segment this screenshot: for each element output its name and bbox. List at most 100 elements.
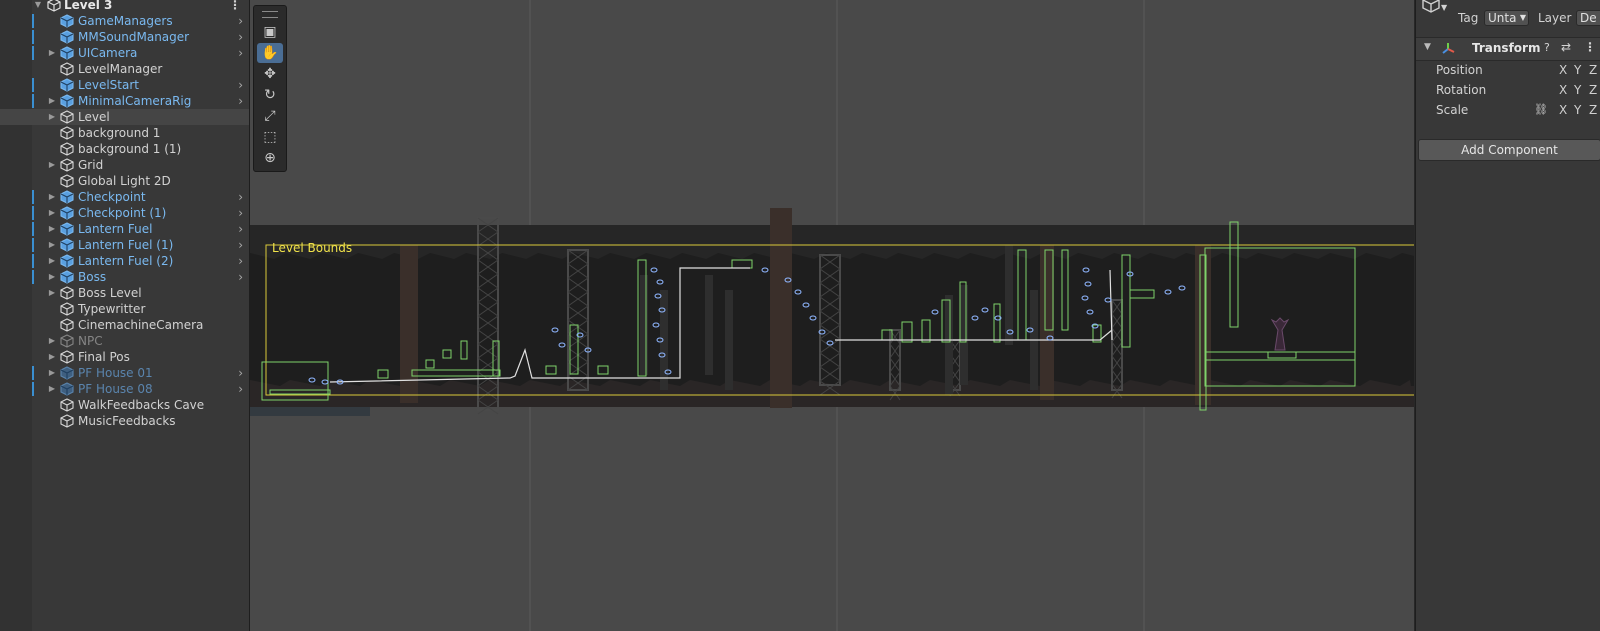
hierarchy-item-label: Lantern Fuel bbox=[78, 222, 153, 236]
fold-arrow-icon[interactable]: ▶ bbox=[47, 349, 57, 365]
hierarchy-item[interactable]: CinemachineCamera bbox=[0, 317, 249, 333]
transform-tool-icon[interactable]: ⊕ bbox=[257, 148, 283, 168]
fold-arrow-icon[interactable]: ▶ bbox=[47, 381, 57, 397]
hierarchy-item[interactable]: ▶ Checkpoint › bbox=[0, 189, 249, 205]
chevron-right-icon[interactable]: › bbox=[238, 189, 243, 205]
rect-tool-icon[interactable]: ⬚ bbox=[257, 127, 283, 147]
axis-label[interactable]: X bbox=[1559, 80, 1567, 100]
prefab-cube-icon bbox=[60, 254, 74, 268]
fold-arrow-icon[interactable]: ▶ bbox=[47, 285, 57, 301]
fold-arrow-icon[interactable]: ▼ bbox=[33, 0, 43, 13]
fold-arrow-icon[interactable]: ▶ bbox=[47, 221, 57, 237]
hierarchy-item[interactable]: ▶ UICamera › bbox=[0, 45, 249, 61]
axis-label[interactable]: X bbox=[1559, 60, 1567, 80]
hierarchy-item[interactable]: ▶ Lantern Fuel (2) › bbox=[0, 253, 249, 269]
chevron-right-icon[interactable]: › bbox=[238, 205, 243, 221]
fold-arrow-icon[interactable]: ▶ bbox=[47, 189, 57, 205]
add-component-button[interactable]: Add Component bbox=[1418, 139, 1600, 161]
help-icon[interactable]: ? bbox=[1544, 41, 1550, 54]
hierarchy-item[interactable]: ▶ MinimalCameraRig › bbox=[0, 93, 249, 109]
spike-column bbox=[705, 275, 713, 375]
hierarchy-item-label: Grid bbox=[78, 158, 104, 172]
rotate-tool-icon[interactable]: ↻ bbox=[257, 85, 283, 105]
preset-icon[interactable]: ⇄ bbox=[1561, 40, 1571, 54]
fold-arrow-icon[interactable]: ▶ bbox=[47, 333, 57, 349]
axis-label[interactable]: X bbox=[1559, 100, 1567, 120]
axis-label[interactable]: Y bbox=[1574, 80, 1581, 100]
more-options-icon[interactable]: ⋮ bbox=[1584, 40, 1596, 54]
gameobject-cube-icon bbox=[60, 302, 74, 316]
transform-component-header[interactable]: ▼ Transform ? ⇄ ⋮ bbox=[1416, 37, 1600, 61]
axis-label[interactable]: Z bbox=[1589, 80, 1597, 100]
fold-arrow-icon[interactable]: ▶ bbox=[47, 109, 57, 125]
chevron-right-icon[interactable]: › bbox=[238, 93, 243, 109]
hierarchy-item[interactable]: Typewritter bbox=[0, 301, 249, 317]
hierarchy-root-row[interactable]: ▼ Level 3 ⋮ bbox=[0, 0, 249, 13]
hierarchy-item[interactable]: ▶ Final Pos bbox=[0, 349, 249, 365]
hierarchy-item[interactable]: ▶ Checkpoint (1) › bbox=[0, 205, 249, 221]
foldout-arrow-icon[interactable]: ▼ bbox=[1424, 42, 1431, 52]
toolbar-grip-icon[interactable] bbox=[262, 11, 278, 18]
spike-column bbox=[945, 295, 953, 395]
chevron-right-icon[interactable]: › bbox=[238, 221, 243, 237]
chevron-right-icon[interactable]: › bbox=[238, 381, 243, 397]
view-cube-icon[interactable]: ▣ bbox=[257, 22, 283, 42]
hierarchy-item[interactable]: GameManagers › bbox=[0, 13, 249, 29]
axis-label[interactable]: Y bbox=[1574, 100, 1581, 120]
scale-tool-icon[interactable]: ⤢ bbox=[257, 106, 283, 126]
constrain-proportions-icon[interactable]: ⛓ bbox=[1534, 100, 1548, 120]
fold-arrow-icon[interactable]: ▶ bbox=[47, 205, 57, 221]
transform-row[interactable]: Scale ⛓ X Y Z bbox=[1416, 100, 1600, 120]
prefab-override-bar bbox=[32, 254, 34, 268]
chevron-right-icon[interactable]: › bbox=[238, 365, 243, 381]
fold-arrow-icon[interactable]: ▶ bbox=[47, 253, 57, 269]
layer-dropdown[interactable]: De ▼ bbox=[1576, 10, 1600, 26]
hierarchy-item-label: PF House 08 bbox=[78, 382, 153, 396]
hierarchy-item[interactable]: ▶ PF House 01 › bbox=[0, 365, 249, 381]
transform-row[interactable]: Position X Y Z bbox=[1416, 60, 1600, 80]
chevron-right-icon[interactable]: › bbox=[238, 269, 243, 285]
hierarchy-item[interactable]: Global Light 2D bbox=[0, 173, 249, 189]
axis-label[interactable]: Z bbox=[1589, 100, 1597, 120]
chevron-right-icon[interactable]: › bbox=[238, 237, 243, 253]
hierarchy-item[interactable]: MMSoundManager › bbox=[0, 29, 249, 45]
chevron-right-icon[interactable]: › bbox=[238, 29, 243, 45]
fold-arrow-icon[interactable]: ▶ bbox=[47, 45, 57, 61]
chevron-right-icon[interactable]: › bbox=[238, 45, 243, 61]
more-options-icon[interactable]: ⋮ bbox=[229, 0, 241, 13]
tag-dropdown[interactable]: Unta ▼ bbox=[1484, 10, 1529, 26]
hierarchy-item[interactable]: background 1 (1) bbox=[0, 141, 249, 157]
fold-arrow-icon[interactable]: ▶ bbox=[47, 269, 57, 285]
hierarchy-item[interactable]: ▶ Boss › bbox=[0, 269, 249, 285]
fold-arrow-icon[interactable]: ▶ bbox=[47, 365, 57, 381]
hierarchy-item[interactable]: LevelManager bbox=[0, 61, 249, 77]
hierarchy-item[interactable]: ▶ NPC bbox=[0, 333, 249, 349]
hand-tool-icon[interactable]: ✋ bbox=[257, 43, 283, 63]
hierarchy-item[interactable]: LevelStart › bbox=[0, 77, 249, 93]
hierarchy-item[interactable]: WalkFeedbacks Cave bbox=[0, 397, 249, 413]
fold-arrow-icon[interactable]: ▶ bbox=[47, 237, 57, 253]
hierarchy-item[interactable]: ▶ Level bbox=[0, 109, 249, 125]
hierarchy-item[interactable]: ▶ Lantern Fuel (1) › bbox=[0, 237, 249, 253]
chevron-right-icon[interactable]: › bbox=[238, 253, 243, 269]
chevron-right-icon[interactable]: › bbox=[238, 77, 243, 93]
axis-label[interactable]: Z bbox=[1589, 60, 1597, 80]
move-tool-icon[interactable]: ✥ bbox=[257, 64, 283, 84]
axis-label[interactable]: Y bbox=[1574, 60, 1581, 80]
gameobject-cube-icon bbox=[60, 62, 74, 76]
hierarchy-item-label: Level bbox=[78, 110, 110, 124]
fold-arrow-icon[interactable]: ▶ bbox=[47, 157, 57, 173]
hierarchy-item[interactable]: ▶ PF House 08 › bbox=[0, 381, 249, 397]
scene-view[interactable]: Level Bounds ▣ ✋ ✥ ↻ ⤢ ⬚ ⊕ bbox=[250, 0, 1414, 631]
dropdown-arrow-icon[interactable]: ▼ bbox=[1441, 3, 1447, 12]
hierarchy-item[interactable]: background 1 bbox=[0, 125, 249, 141]
prefab-override-bar bbox=[32, 270, 34, 284]
hierarchy-item[interactable]: ▶ Grid bbox=[0, 157, 249, 173]
scene-canvas[interactable] bbox=[250, 0, 1414, 631]
transform-row[interactable]: Rotation X Y Z bbox=[1416, 80, 1600, 100]
chevron-right-icon[interactable]: › bbox=[238, 13, 243, 29]
hierarchy-item[interactable]: ▶ Boss Level bbox=[0, 285, 249, 301]
hierarchy-item[interactable]: MusicFeedbacks bbox=[0, 413, 249, 429]
fold-arrow-icon[interactable]: ▶ bbox=[47, 93, 57, 109]
hierarchy-item[interactable]: ▶ Lantern Fuel › bbox=[0, 221, 249, 237]
